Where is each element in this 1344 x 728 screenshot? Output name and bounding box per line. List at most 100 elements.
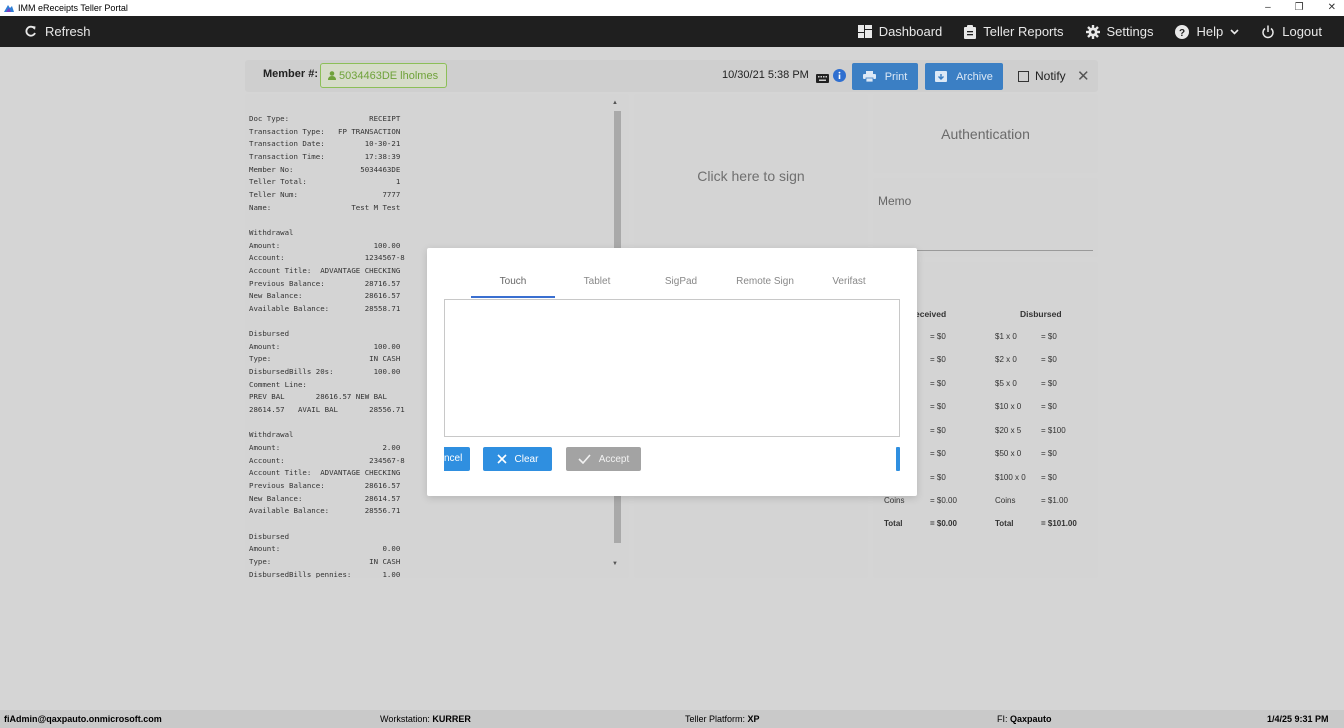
nav-settings[interactable]: Settings	[1085, 24, 1154, 39]
footer-user-email: fiAdmin@qaxpauto.onmicrosoft.com	[4, 714, 162, 724]
tab-label: Remote Sign	[736, 276, 794, 287]
keyboard-icon[interactable]	[816, 70, 829, 88]
status-footer: fiAdmin@qaxpauto.onmicrosoft.com Worksta…	[0, 710, 1344, 728]
chevron-down-icon	[1230, 28, 1239, 35]
nav-help[interactable]: ? Help	[1175, 24, 1239, 39]
clipboard-icon	[964, 24, 977, 39]
power-icon	[1262, 25, 1274, 38]
help-label: Help	[1196, 24, 1224, 39]
received-value: = $0	[930, 402, 946, 411]
member-badge[interactable]: 5034463DE lholmes	[320, 63, 447, 88]
tab-label: Touch	[499, 276, 527, 287]
app-logo-icon	[3, 3, 15, 13]
cancel-label: ncel	[444, 453, 463, 464]
signature-modal: Touch Tablet SigPad Remote Sign Verifast…	[427, 248, 917, 496]
printer-icon	[862, 71, 876, 82]
disbursed-value: = $0	[1041, 473, 1057, 482]
tab-label: SigPad	[664, 276, 698, 287]
disbursed-denomination: $20 x 5	[995, 426, 1022, 435]
disbursed-denomination: $2 x 0	[995, 355, 1017, 364]
received-value: = $0	[930, 449, 946, 458]
tab-label: Tablet	[583, 276, 611, 287]
partially-visible-button[interactable]	[896, 447, 900, 471]
footer-datetime: 1/4/25 9:31 PM	[1267, 714, 1329, 724]
gear-icon	[1085, 24, 1100, 39]
print-button[interactable]: Print	[852, 63, 918, 90]
coins-disbursed-label: Coins	[995, 496, 1016, 505]
nav-logout[interactable]: Logout	[1261, 24, 1322, 39]
print-label: Print	[884, 70, 908, 83]
refresh-button[interactable]: Refresh	[24, 16, 91, 47]
refresh-label: Refresh	[45, 24, 91, 39]
scroll-down-icon[interactable]: ▼	[612, 561, 618, 567]
logout-label: Logout	[1282, 24, 1322, 39]
archive-button[interactable]: Archive	[925, 63, 1003, 90]
disbursed-header: Disbursed	[1020, 309, 1062, 319]
sign-prompt: Click here to sign	[697, 168, 805, 184]
coins-disbursed-value: = $1.00	[1041, 496, 1068, 505]
tab-touch[interactable]: Touch	[471, 272, 555, 298]
disbursed-value: = $0	[1041, 332, 1057, 341]
tab-verifast[interactable]: Verifast	[807, 272, 891, 298]
window-title: IMM eReceipts Teller Portal	[18, 3, 128, 13]
dashboard-icon	[857, 25, 872, 38]
footer-platform: Teller Platform: XP	[685, 714, 760, 724]
footer-datetime-value: 1/4/25 9:31 PM	[1267, 714, 1329, 724]
memo-label: Memo	[878, 194, 912, 208]
checkmark-icon	[578, 454, 591, 464]
tab-tablet[interactable]: Tablet	[555, 272, 639, 298]
notify-checkbox[interactable]: Notify	[1018, 69, 1066, 83]
close-receipt-icon[interactable]: ✕	[1077, 67, 1090, 85]
disbursed-value: = $0	[1041, 355, 1057, 364]
authentication-panel[interactable]: Authentication	[873, 94, 1098, 173]
clear-label: Clear	[514, 453, 539, 465]
footer-workstation: Workstation: KURRER	[380, 714, 471, 724]
archive-label: Archive	[956, 70, 993, 83]
disbursed-denomination: $5 x 0	[995, 379, 1017, 388]
clear-button[interactable]: Clear	[483, 447, 552, 471]
nav-teller-reports[interactable]: Teller Reports	[964, 24, 1064, 39]
coins-received-value: = $0.00	[930, 496, 957, 505]
top-navigation: Refresh Dashboard Teller Reports Setting…	[0, 16, 1344, 47]
tab-sigpad[interactable]: SigPad	[639, 272, 723, 298]
disbursed-value: = $0	[1041, 449, 1057, 458]
received-value: = $0	[930, 355, 946, 364]
fi-value: Qaxpauto	[1010, 714, 1052, 724]
received-value: = $0	[930, 379, 946, 388]
window-close-icon[interactable]: ✕	[1328, 0, 1336, 15]
platform-value: XP	[747, 714, 760, 724]
total-disbursed-value: = $101.00	[1041, 519, 1077, 528]
coins-received-label: Coins	[884, 496, 905, 505]
received-header: eceived	[915, 309, 947, 319]
minimize-icon[interactable]: –	[1265, 0, 1271, 15]
cancel-button[interactable]: ncel	[444, 447, 470, 471]
disbursed-denomination: $100 x 0	[995, 473, 1026, 482]
settings-label: Settings	[1106, 24, 1154, 39]
receipt-datetime: 10/30/21 5:38 PM	[722, 69, 809, 81]
accept-button[interactable]: Accept	[566, 447, 641, 471]
disbursed-denomination: $1 x 0	[995, 332, 1017, 341]
help-icon: ?	[1175, 24, 1190, 39]
receipt-text: Doc Type: RECEIPT Transaction Type: FP T…	[249, 114, 405, 578]
footer-user: fiAdmin@qaxpauto.onmicrosoft.com	[4, 714, 162, 724]
received-value: = $0	[930, 426, 946, 435]
member-label: Member #:	[263, 68, 319, 80]
memo-panel[interactable]: Memo	[873, 178, 1098, 257]
restore-icon[interactable]: ❐	[1295, 0, 1304, 15]
svg-text:?: ?	[1179, 28, 1185, 39]
checkbox-icon	[1018, 70, 1029, 82]
member-number: 5034463DE lholmes	[339, 69, 439, 82]
footer-fi: FI: Qaxpauto	[997, 714, 1052, 724]
notify-label: Notify	[1035, 69, 1066, 83]
nav-dashboard[interactable]: Dashboard	[857, 24, 942, 39]
teller-reports-label: Teller Reports	[983, 24, 1064, 39]
workstation-value: KURRER	[432, 714, 471, 724]
total-disbursed-label: Total	[995, 519, 1014, 528]
received-value: = $0	[930, 473, 946, 482]
info-icon[interactable]	[833, 69, 846, 87]
archive-icon	[935, 71, 948, 82]
scroll-up-icon[interactable]: ▲	[612, 100, 618, 106]
signature-canvas[interactable]	[444, 299, 900, 437]
tab-remote-sign[interactable]: Remote Sign	[723, 272, 807, 298]
member-bar: Member #: 5034463DE lholmes 10/30/21 5:3…	[245, 60, 1098, 92]
